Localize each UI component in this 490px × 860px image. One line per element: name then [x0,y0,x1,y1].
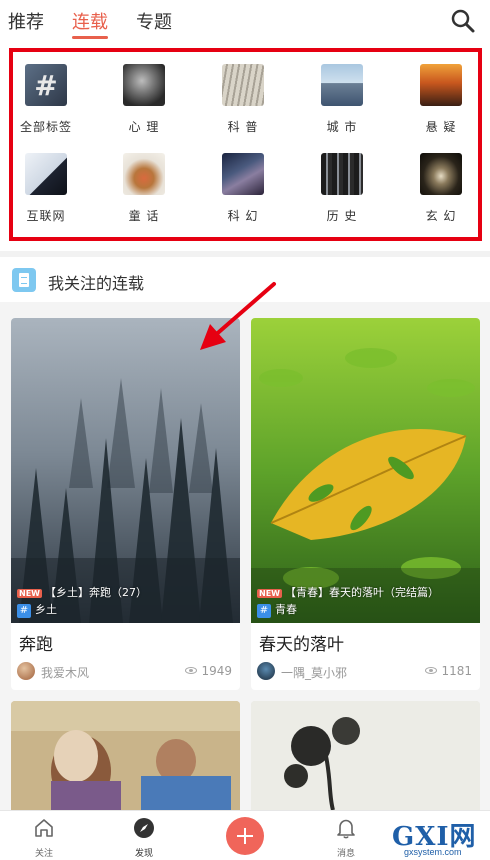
category-fantasy[interactable]: 玄 幻 [406,153,476,224]
new-badge: NEW [17,589,42,598]
category-label: 心 理 [128,120,160,134]
view-count-value: 1181 [441,664,472,678]
card-cover-image [11,701,240,810]
city-thumb [321,64,363,106]
nav-label: 消息 [336,849,355,859]
category-label: 科 幻 [227,209,259,223]
followed-series-title: 我关注的连载 [48,274,145,293]
active-tab-indicator [72,36,108,39]
plus-icon[interactable] [226,817,264,855]
eye-icon [185,667,198,674]
watermark-url: gxsystem.com [404,847,462,857]
category-label: 科 普 [227,120,259,134]
category-label: 童 话 [128,209,160,223]
card-title: 春天的落叶 [259,635,344,655]
category-label: 全部标签 [19,120,72,134]
followed-series-header: 我关注的连载 [0,258,490,302]
search-icon[interactable] [450,8,476,34]
card-cover-image [11,318,240,623]
category-label: 城 市 [326,120,358,134]
category-all-tags[interactable]: # 全部标签 [11,64,81,135]
card-caption-tag: # 乡土 [17,601,57,618]
category-science[interactable]: 科 普 [208,64,278,135]
series-card-4[interactable] [251,701,480,810]
fairy-tale-thumb [123,153,165,195]
category-label: 互联网 [26,209,66,223]
top-tab-bar: 推荐 连载 专题 [0,0,490,42]
avatar[interactable] [257,662,275,680]
hash-tag-icon: # [257,604,271,618]
compass-icon [134,818,154,838]
category-label: 历 史 [326,209,358,223]
eye-icon [425,667,438,674]
nav-label: 关注 [34,849,53,859]
nav-follow[interactable]: 关注 [14,817,74,859]
category-fairy-tale[interactable]: 童 话 [109,153,179,224]
series-card-3[interactable] [11,701,240,810]
view-count: 1949 [185,664,232,678]
svg-text:#: # [34,69,57,102]
new-badge: NEW [257,589,282,598]
avatar[interactable] [17,662,35,680]
category-label: 悬 疑 [425,120,457,134]
card-caption-episode: NEW 【青春】春天的落叶（完结篇） [257,584,439,600]
episode-title: 【青春】春天的落叶（完结篇） [284,586,439,599]
bell-icon [337,819,355,839]
category-city[interactable]: 城 市 [307,64,377,135]
card-cover-image [251,318,480,623]
science-thumb [222,64,264,106]
site-watermark: GXI网 gxsystem.com [392,816,488,860]
hash-icon: # [25,64,67,106]
series-card-1[interactable]: NEW 【乡土】奔跑（27） # 乡土 奔跑 我爱木风 1949 [11,318,240,690]
tag-label: 乡土 [35,603,57,616]
card-caption-episode: NEW 【乡土】奔跑（27） [17,584,147,600]
section-divider [0,251,490,257]
tab-recommend[interactable]: 推荐 [8,8,44,34]
hash-tag-icon: # [17,604,31,618]
card-meta: 我爱木风 1949 [17,661,232,681]
tab-topic[interactable]: 专题 [136,8,172,34]
tag-label: 青春 [275,603,297,616]
category-grid: # 全部标签 心 理 科 普 城 市 悬 疑 互联网 童 话 科 幻 历 史 玄… [9,48,482,241]
category-scifi[interactable]: 科 幻 [208,153,278,224]
document-icon [12,268,36,292]
suspense-thumb [420,64,462,106]
series-card-2[interactable]: NEW 【青春】春天的落叶（完结篇） # 青春 春天的落叶 一隅_莫小邪 1181 [251,318,480,690]
category-suspense[interactable]: 悬 疑 [406,64,476,135]
nav-label: 发现 [134,849,153,859]
author-name[interactable]: 一隅_莫小邪 [281,664,347,681]
card-meta: 一隅_莫小邪 1181 [257,661,472,681]
internet-thumb [25,153,67,195]
category-psychology[interactable]: 心 理 [109,64,179,135]
episode-title: 【乡土】奔跑（27） [44,586,147,599]
history-thumb [321,153,363,195]
card-cover-image [251,701,480,810]
nav-discover[interactable]: 发现 [114,817,174,859]
psychology-thumb [123,64,165,106]
category-internet[interactable]: 互联网 [11,153,81,224]
view-count: 1181 [425,664,472,678]
tab-serial[interactable]: 连载 [72,8,108,34]
category-label: 玄 幻 [425,209,457,223]
home-icon [35,819,53,837]
card-caption-tag: # 青春 [257,601,297,618]
nav-messages[interactable]: 消息 [316,817,376,859]
scifi-thumb [222,153,264,195]
author-name[interactable]: 我爱木风 [41,664,89,681]
card-title: 奔跑 [19,635,53,655]
view-count-value: 1949 [201,664,232,678]
fantasy-thumb [420,153,462,195]
category-history[interactable]: 历 史 [307,153,377,224]
